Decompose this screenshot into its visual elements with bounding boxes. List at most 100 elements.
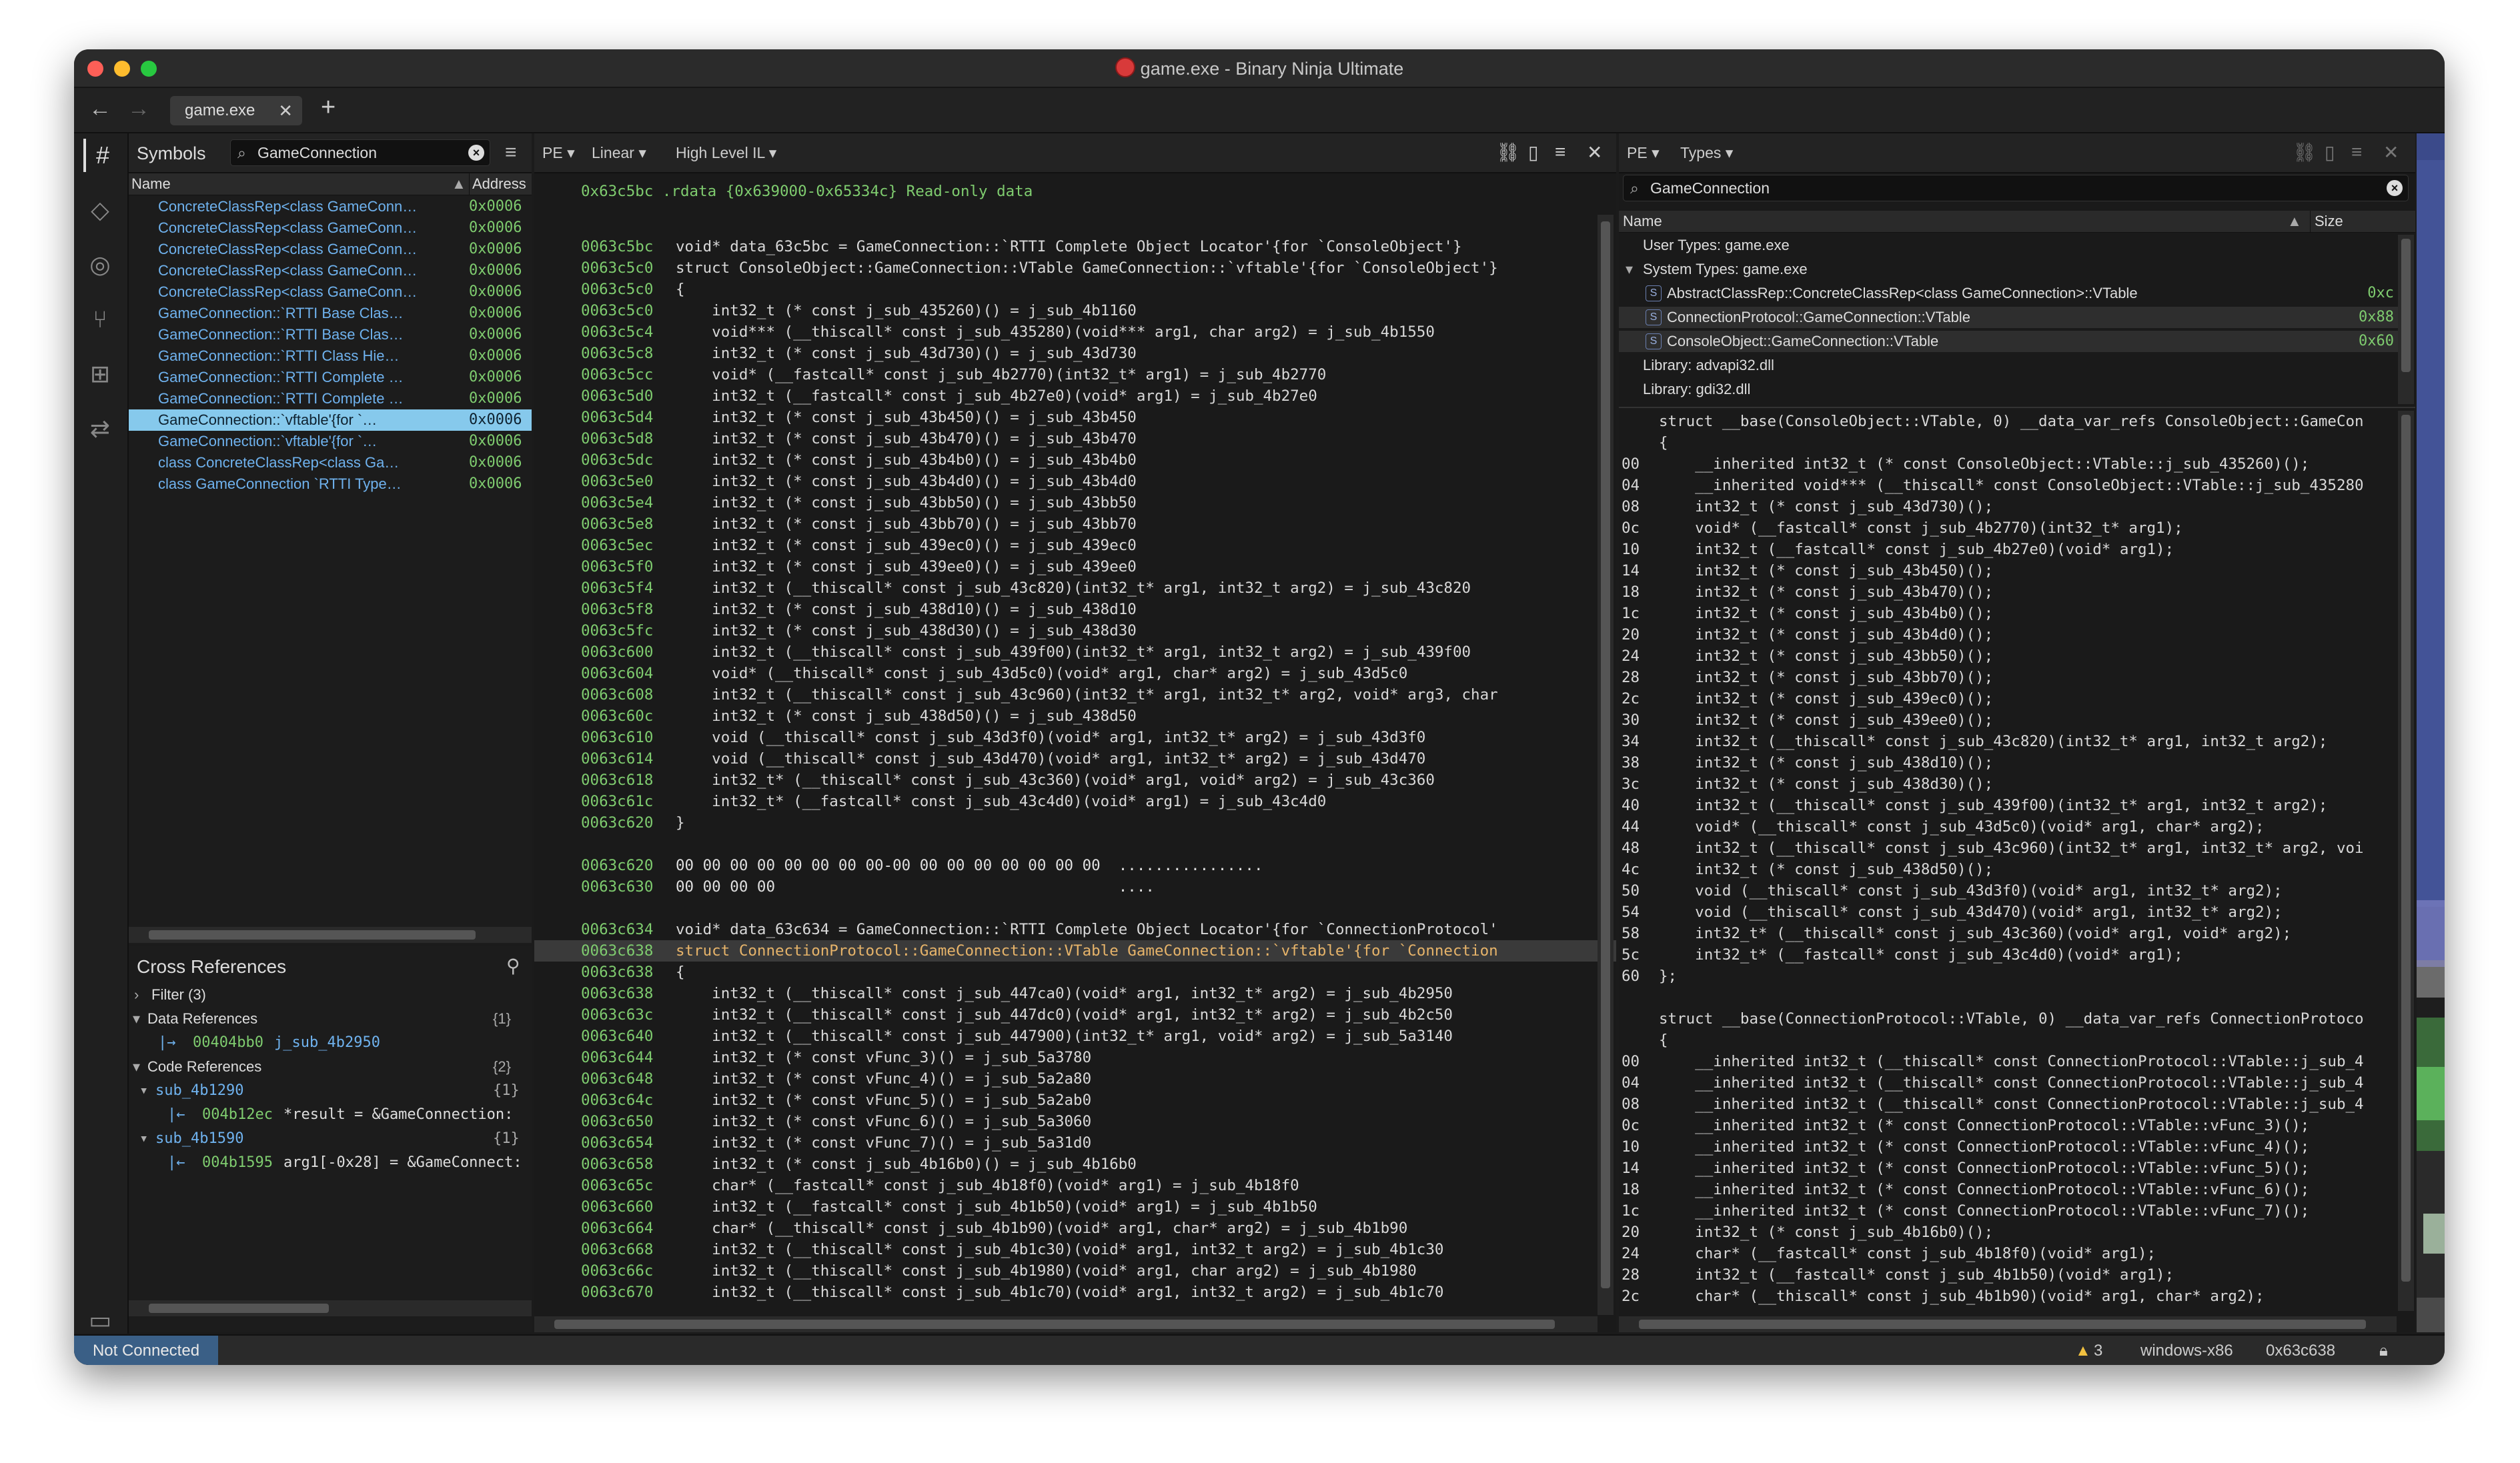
type-line[interactable]: struct __base(ConsoleObject::VTable, 0) …	[1619, 411, 2398, 432]
code-line[interactable]: 0063c644 int32_t (* const vFunc_3)() = j…	[534, 1047, 1616, 1068]
code-line[interactable]: 0063c648 int32_t (* const vFunc_4)() = j…	[534, 1068, 1616, 1090]
hamburger-menu-icon[interactable]: ≡	[2351, 141, 2362, 163]
types-tree-vscroll[interactable]	[2398, 235, 2414, 404]
type-line[interactable]: 08 int32_t (* const j_sub_43d730)();	[1619, 496, 2398, 517]
code-line[interactable]: 0063c5bc void* data_63c5bc = GameConnecti…	[534, 236, 1616, 257]
new-tab-icon[interactable]: +	[321, 93, 336, 122]
code-line[interactable]: 0063c620 00 00 00 00 00 00 00 00-00 00 00…	[534, 855, 1616, 876]
type-line[interactable]: 3c int32_t (* const j_sub_438d30)();	[1619, 774, 2398, 795]
code-line[interactable]: 0063c5c0 int32_t (* const j_sub_435260)(…	[534, 300, 1616, 321]
symbol-row[interactable]: ConcreteClassRep<class GameConn… 0x0006	[129, 260, 532, 281]
types-view-vscroll[interactable]	[2398, 411, 2414, 1311]
type-tree-item[interactable]: User Types: game.exe	[1619, 235, 2399, 256]
code-line[interactable]: 0063c5f4 int32_t (__thiscall* const j_su…	[534, 577, 1616, 599]
code-line[interactable]	[534, 834, 1616, 855]
column-address[interactable]: Address	[469, 173, 526, 195]
symbol-row[interactable]: ConcreteClassRep<class GameConn… 0x0006	[129, 217, 532, 239]
code-line[interactable]: 0063c66c int32_t (__thiscall* const j_su…	[534, 1260, 1616, 1282]
type-tree-item[interactable]: Library: advapi32.dll	[1619, 355, 2399, 376]
type-line[interactable]: 5c int32_t* (__fastcall* const j_sub_43c…	[1619, 944, 2398, 966]
type-line[interactable]: {	[1619, 432, 2398, 453]
symbols-search-input[interactable]: ⌕ GameConnection ×	[230, 139, 490, 166]
type-line[interactable]: 24 int32_t (* const j_sub_43bb50)();	[1619, 645, 2398, 667]
type-line[interactable]: 2c int32_t (* const j_sub_439ec0)();	[1619, 688, 2398, 709]
link-icon[interactable]: ⛓	[2293, 141, 2317, 163]
type-line[interactable]	[1619, 987, 2398, 1008]
xrefs-hscroll[interactable]	[129, 1300, 532, 1316]
split-icon[interactable]: ▯	[2325, 141, 2335, 163]
tab-game-exe[interactable]: game.exe ✕	[170, 96, 302, 125]
code-line[interactable]: 0063c638 struct ConnectionProtocol::GameC…	[534, 940, 1616, 962]
symbol-row[interactable]: GameConnection::`RTTI Complete … 0x0006	[129, 367, 532, 388]
platform-label[interactable]: windows-x86	[2140, 1336, 2233, 1365]
code-line[interactable]: 0063c604 void* (__thiscall* const j_sub_…	[534, 663, 1616, 684]
code-line[interactable]: 0063c638 {	[534, 962, 1616, 983]
xref-item[interactable]: |← 004b12ec *result = &GameConnection:	[129, 1104, 532, 1126]
type-line[interactable]: 4c int32_t (* const j_sub_438d50)();	[1619, 859, 2398, 880]
xref-item[interactable]: |← 004b1595 arg1[-0x28] = &GameConnect:	[129, 1152, 532, 1174]
code-line[interactable]: 0063c5ec int32_t (* const j_sub_439ec0)(…	[534, 535, 1616, 556]
linear-view-hscroll[interactable]	[534, 1316, 1598, 1332]
code-line[interactable]: 0063c5cc void* (__fastcall* const j_sub_…	[534, 364, 1616, 385]
type-line[interactable]: 50 void (__thiscall* const j_sub_43d3f0)…	[1619, 880, 2398, 902]
type-line[interactable]: 04 __inherited void*** (__thiscall* cons…	[1619, 475, 2398, 496]
scroll-thumb[interactable]	[1639, 1320, 2366, 1329]
symbol-row[interactable]: ConcreteClassRep<class GameConn… 0x0006	[129, 196, 532, 217]
type-line[interactable]: 14 int32_t (* const j_sub_43b450)();	[1619, 560, 2398, 581]
close-pane-icon[interactable]: ✕	[1587, 141, 1602, 163]
code-line[interactable]: 0063c5c0 {	[534, 279, 1616, 300]
type-line[interactable]: 10 int32_t (__fastcall* const j_sub_4b27…	[1619, 539, 2398, 560]
column-name[interactable]: Name	[131, 173, 171, 195]
symbol-row[interactable]: GameConnection::`vftable'{for `… 0x0006	[129, 409, 532, 431]
forward-arrow-icon[interactable]: →	[127, 96, 150, 122]
symbol-row[interactable]: ConcreteClassRep<class GameConn… 0x0006	[129, 281, 532, 303]
type-line[interactable]: 0c void* (__fastcall* const j_sub_4b2770…	[1619, 517, 2398, 539]
type-line[interactable]: 08 __inherited int32_t (__thiscall* cons…	[1619, 1094, 2398, 1115]
code-line[interactable]: 0063c670 int32_t (__thiscall* const j_su…	[534, 1282, 1616, 1303]
warning-icon[interactable]: ▲	[2075, 1336, 2091, 1365]
branch-icon[interactable]: ⑂	[83, 303, 117, 336]
scroll-thumb[interactable]	[1601, 221, 1610, 1288]
view-type-dropdown[interactable]: PE ▾	[542, 144, 575, 162]
code-line[interactable]: 0063c630 00 00 00 00 ....	[534, 876, 1616, 898]
type-tree-item[interactable]: S ConnectionProtocol::GameConnection::VTa…	[1619, 307, 2399, 328]
types-view-hscroll[interactable]	[1619, 1316, 2397, 1332]
code-line[interactable]: 0063c654 int32_t (* const vFunc_7)() = j…	[534, 1132, 1616, 1154]
code-line[interactable]: 0063c5f0 int32_t (* const j_sub_439ee0)(…	[534, 556, 1616, 577]
code-line[interactable]: 0063c5f8 int32_t (* const j_sub_438d10)(…	[534, 599, 1616, 620]
symbol-row[interactable]: GameConnection::`RTTI Class Hie… 0x0006	[129, 345, 532, 367]
code-line[interactable]: 0063c664 char* (__thiscall* const j_sub_…	[534, 1218, 1616, 1239]
type-line[interactable]: 28 int32_t (__fastcall* const j_sub_4b1b…	[1619, 1264, 2398, 1286]
code-line[interactable]: 0063c64c int32_t (* const vFunc_5)() = j…	[534, 1090, 1616, 1111]
code-line[interactable]: 0063c5e0 int32_t (* const j_sub_43b4d0)(…	[534, 471, 1616, 492]
types-search-input[interactable]: ⌕ GameConnection ×	[1623, 175, 2409, 201]
clear-search-icon[interactable]: ×	[468, 145, 484, 161]
code-line[interactable]: 0063c650 int32_t (* const vFunc_6)() = j…	[534, 1111, 1616, 1132]
symbols-icon[interactable]: #	[83, 139, 119, 172]
code-line[interactable]: 0063c5e4 int32_t (* const j_sub_43bb50)(…	[534, 492, 1616, 513]
type-line[interactable]: 20 int32_t (* const j_sub_43b4d0)();	[1619, 624, 2398, 645]
type-line[interactable]: 2c char* (__thiscall* const j_sub_4b1b90…	[1619, 1286, 2398, 1307]
code-line[interactable]: 0063c620}	[534, 812, 1616, 834]
type-line[interactable]: struct __base(ConnectionProtocol::VTable…	[1619, 1008, 2398, 1030]
code-line[interactable]: 0063c618 int32_t* (__thiscall* const j_s…	[534, 770, 1616, 791]
code-line[interactable]	[534, 215, 1616, 236]
code-line[interactable]: 0063c5d4 int32_t (* const j_sub_43b450)(…	[534, 407, 1616, 428]
type-tree-item[interactable]: S ConsoleObject::GameConnection::VTable 0x…	[1619, 331, 2399, 352]
type-line[interactable]: 48 int32_t (__thiscall* const j_sub_43c9…	[1619, 838, 2398, 859]
types-mode-dropdown[interactable]: Types ▾	[1680, 144, 1733, 162]
symbol-row[interactable]: class GameConnection `RTTI Type… 0x0006	[129, 473, 532, 495]
code-line[interactable]: 0063c60c int32_t (* const j_sub_438d50)(…	[534, 705, 1616, 727]
lock-icon[interactable]: 🔒︎	[2379, 1336, 2388, 1365]
type-line[interactable]: 20 int32_t (* const j_sub_4b16b0)();	[1619, 1222, 2398, 1243]
code-line[interactable]: 0063c660 int32_t (__fastcall* const j_su…	[534, 1196, 1616, 1218]
type-line[interactable]: 34 int32_t (__thiscall* const j_sub_43c8…	[1619, 731, 2398, 752]
splitter[interactable]	[1619, 407, 2415, 408]
code-line[interactable]: 0063c5c4 void*** (__thiscall* const j_su…	[534, 321, 1616, 343]
type-line[interactable]: 40 int32_t (__thiscall* const j_sub_439f…	[1619, 795, 2398, 816]
column-size[interactable]: Size	[2310, 211, 2343, 232]
code-line[interactable]: 0063c610 void (__thiscall* const j_sub_4…	[534, 727, 1616, 748]
scroll-thumb[interactable]	[149, 1304, 329, 1313]
clear-search-icon[interactable]: ×	[2387, 180, 2403, 196]
code-line[interactable]: 0063c5dc int32_t (* const j_sub_43b4b0)(…	[534, 449, 1616, 471]
